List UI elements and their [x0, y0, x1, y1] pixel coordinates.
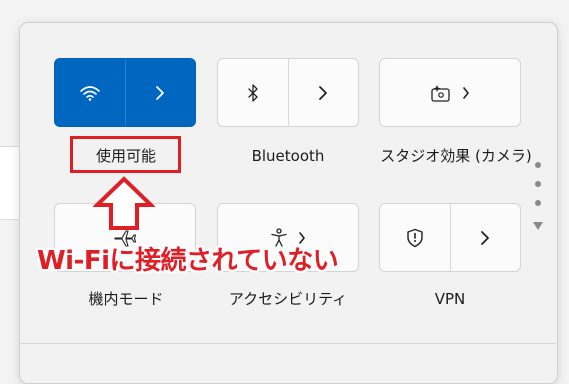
bluetooth-toggle-button[interactable] [218, 59, 289, 126]
page-dot-1[interactable] [535, 162, 541, 168]
page-dot-3[interactable] [535, 200, 541, 206]
studio-effects-tile-label: スタジオ効果 (カメラ) [380, 147, 532, 165]
annotation-text: Wi-Fiに接続されていない [37, 246, 339, 276]
vpn-shield-icon [406, 228, 424, 248]
vpn-toggle-button[interactable] [380, 204, 451, 271]
accessibility-tile-label: アクセシビリティ [228, 290, 348, 308]
wifi-expand-button[interactable] [126, 59, 196, 126]
chevron-right-icon [462, 86, 470, 99]
wifi-icon [79, 84, 101, 102]
chevron-right-icon [480, 230, 490, 246]
chevron-right-icon [155, 85, 165, 101]
vpn-tile [379, 203, 521, 272]
page-down-icon[interactable] [533, 222, 543, 230]
chevron-right-icon [318, 85, 328, 101]
vpn-expand-button[interactable] [451, 204, 521, 271]
wifi-toggle-button[interactable] [55, 59, 126, 126]
bluetooth-tile [217, 58, 359, 127]
up-arrow-annotation [93, 176, 155, 232]
page-dot-2[interactable] [535, 181, 541, 187]
wifi-tile [54, 58, 196, 127]
highlight-box [70, 136, 181, 173]
studio-effects-tile[interactable] [379, 58, 521, 127]
bluetooth-icon [247, 83, 259, 102]
studio-effects-icon [430, 84, 452, 102]
vpn-tile-label: VPN [434, 290, 466, 308]
bluetooth-expand-button[interactable] [289, 59, 359, 126]
airplane-mode-tile-label: 機内モード [88, 290, 164, 308]
bluetooth-tile-label: Bluetooth [251, 147, 325, 165]
panel-footer-divider [19, 343, 556, 344]
